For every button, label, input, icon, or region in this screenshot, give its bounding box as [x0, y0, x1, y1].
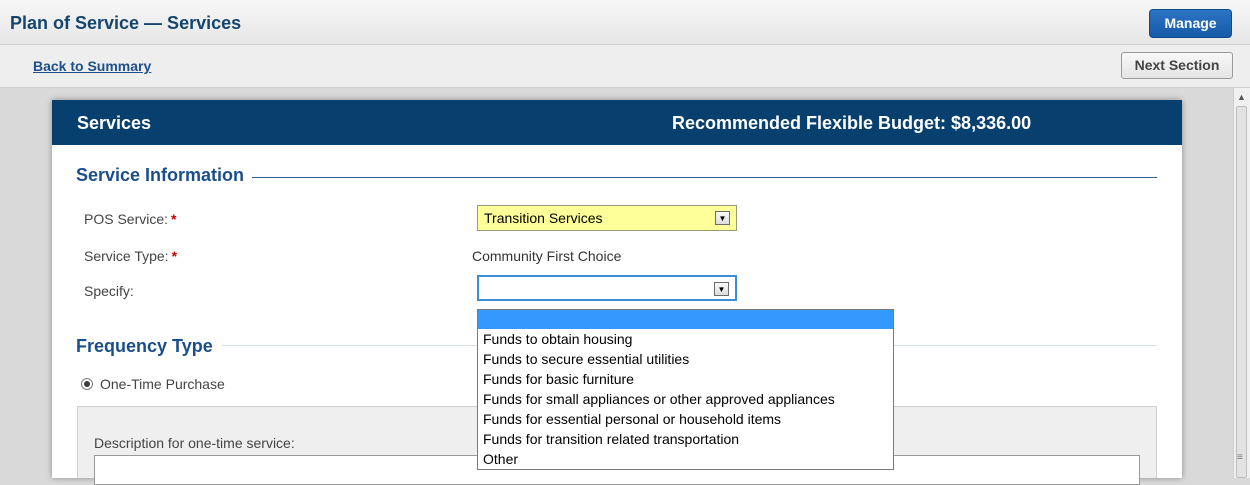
dropdown-option[interactable]: Funds for essential personal or househol…	[478, 409, 893, 429]
chevron-down-icon[interactable]: ▼	[714, 282, 729, 296]
dropdown-option-blank[interactable]	[478, 310, 893, 329]
page-title: Plan of Service — Services	[10, 13, 242, 33]
sub-nav-bar: Back to Summary Next Section	[0, 45, 1250, 88]
dropdown-option[interactable]: Funds for small appliances or other appr…	[478, 389, 893, 409]
service-information-heading: Service Information	[76, 165, 249, 186]
scrollbar-thumb[interactable]	[1236, 106, 1247, 478]
service-type-value: Community First Choice	[472, 248, 622, 264]
dropdown-option[interactable]: Funds to obtain housing	[478, 329, 893, 349]
top-bar: Plan of Service — Services Manage	[0, 0, 1250, 45]
specify-select[interactable]: ▼	[477, 275, 737, 301]
dropdown-option[interactable]: Funds for transition related transportat…	[478, 429, 893, 449]
vertical-scrollbar[interactable]: ▲	[1233, 88, 1250, 478]
one-time-purchase-label: One-Time Purchase	[100, 376, 225, 392]
section-divider	[252, 177, 1157, 178]
chevron-down-icon[interactable]: ▼	[715, 211, 730, 225]
back-to-summary-link[interactable]: Back to Summary	[33, 58, 151, 74]
scroll-up-arrow-icon[interactable]: ▲	[1237, 92, 1246, 102]
pos-service-select[interactable]: Transition Services ▼	[477, 205, 737, 231]
frequency-type-heading: Frequency Type	[76, 336, 217, 357]
service-type-label: Service Type: *	[84, 248, 178, 264]
recommended-budget: Recommended Flexible Budget: $8,336.00	[672, 113, 1032, 133]
manage-button[interactable]: Manage	[1149, 9, 1232, 38]
pos-service-label: POS Service: *	[84, 211, 177, 227]
next-section-button[interactable]: Next Section	[1121, 52, 1233, 79]
specify-label: Specify:	[84, 283, 134, 299]
dropdown-option[interactable]: Other	[478, 449, 893, 469]
required-marker: *	[171, 248, 178, 264]
description-label: Description for one-time service:	[94, 435, 295, 451]
panel-header: Services Recommended Flexible Budget: $8…	[52, 100, 1182, 145]
dropdown-option[interactable]: Funds for basic furniture	[478, 369, 893, 389]
specify-dropdown-list[interactable]: Funds to obtain housing Funds to secure …	[477, 309, 894, 470]
required-marker: *	[171, 211, 177, 227]
pos-service-value: Transition Services	[484, 210, 603, 226]
panel-title: Services	[77, 113, 152, 133]
scroll-grip-icon: ≡	[1237, 452, 1243, 463]
one-time-purchase-radio[interactable]	[81, 378, 93, 390]
dropdown-option[interactable]: Funds to secure essential utilities	[478, 349, 893, 369]
